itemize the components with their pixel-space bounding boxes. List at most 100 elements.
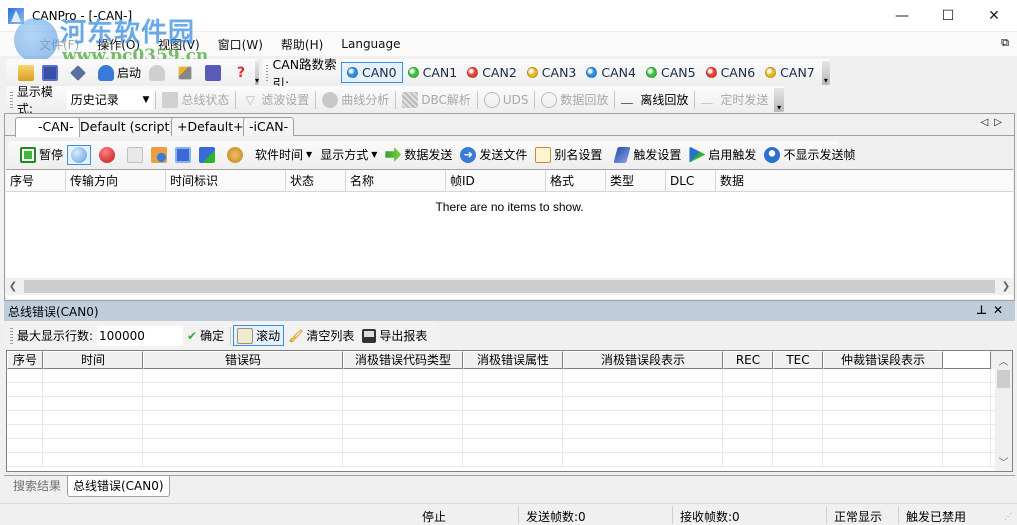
save-play-button[interactable] [195,145,219,165]
send-file-button[interactable]: ➜ 发送文件 [456,144,531,165]
table-row[interactable] [7,425,995,439]
column-header[interactable]: REC [723,351,773,369]
column-header[interactable]: 时间标识 [166,170,286,191]
menu-file[interactable]: 文件(F) [30,36,88,53]
column-header[interactable]: 仲裁错误段表示 [823,351,943,369]
toolbar-grip[interactable] [266,64,269,81]
display-mode-select[interactable]: 历史记录 ▼ [66,89,154,110]
enable-trigger-button[interactable]: 启用触发 [685,144,760,165]
software-time-dropdown[interactable]: 软件时间 ▼ [251,144,316,165]
table-row[interactable] [7,439,995,453]
filter-settings-button[interactable]: ▽ 滤波设置 [238,89,313,110]
tab-prev-icon[interactable]: ◁ [981,117,995,128]
trigger-settings-button[interactable]: 触发设置 [610,144,685,165]
package-button[interactable] [223,145,247,165]
tab-bus-error[interactable]: 总线错误(CAN0) [67,476,170,497]
table-row[interactable] [7,411,995,425]
can-channel-button-0[interactable]: CAN0 [341,62,403,83]
column-header[interactable]: 状态 [286,170,346,191]
book-button[interactable] [201,63,225,83]
resize-grip-icon[interactable]: ⋰ [1004,512,1012,521]
can-channel-button-5[interactable]: CAN5 [641,63,701,82]
close-icon[interactable]: ✕ [993,303,1009,317]
tab-search-results[interactable]: 搜索结果 [8,476,66,497]
column-header[interactable]: 类型 [606,170,666,191]
scroll-left-icon[interactable]: ❮ [6,281,20,292]
column-header[interactable] [943,351,991,369]
scrollbar-thumb[interactable] [997,370,1010,388]
help-button[interactable]: ? [229,63,253,83]
toolbar-overflow-button[interactable]: ▾ [774,87,784,112]
horizontal-scrollbar[interactable]: ❮ ❯ [6,278,1013,295]
tab-next-icon[interactable]: ▷ [994,117,1008,128]
hide-sent-frames-button[interactable]: 不显示发送帧 [760,144,859,165]
menu-operation[interactable]: 操作(O) [88,36,149,53]
toolbar-overflow-button[interactable]: ▾ [821,60,830,85]
alias-settings-button[interactable]: 别名设置 [531,144,606,165]
tab-default-script[interactable]: Default (script) [74,117,181,136]
data-replay-button[interactable]: 数据回放 [537,89,612,110]
pin-icon[interactable]: ⊥ [976,303,993,317]
start-button[interactable]: 启动 [94,62,145,83]
bus-status-button[interactable]: 总线状态 [158,89,233,110]
column-header[interactable]: TEC [773,351,823,369]
minimize-button[interactable]: — [879,0,925,32]
table-row[interactable] [7,397,995,411]
dbc-parse-button[interactable]: DBC解析 [398,89,475,110]
table-row[interactable] [7,369,995,383]
column-header[interactable]: 消极错误代码类型 [343,351,463,369]
column-header[interactable]: 帧ID [446,170,546,191]
can-channel-button-1[interactable]: CAN1 [403,63,463,82]
curve-analysis-button[interactable]: 曲线分析 [318,89,393,110]
column-header[interactable]: DLC [666,170,716,191]
can-channel-button-2[interactable]: CAN2 [462,63,522,82]
column-header[interactable]: 序号 [7,351,43,369]
device-button[interactable] [66,63,90,83]
scroll-down-icon[interactable]: ﹀ [997,454,1011,469]
offline-replay-button[interactable]: 离线回放 [617,89,692,110]
scroll-right-icon[interactable]: ❯ [999,281,1013,292]
record-button[interactable] [95,145,119,165]
column-header[interactable]: 格式 [546,170,606,191]
confirm-button[interactable]: ✔ 确定 [183,325,228,346]
column-header[interactable]: 时间 [43,351,143,369]
clear-list-button[interactable]: 🖌 清空列表 [284,325,358,346]
tab-ican[interactable]: -iCAN- [243,117,295,136]
mdi-restore-icon[interactable]: ⧉ [1001,36,1009,50]
export-report-button[interactable]: 导出报表 [358,325,431,346]
vertical-scrollbar[interactable]: ︿ ﹀ [995,351,1012,471]
can-channel-button-7[interactable]: CAN7 [760,63,820,82]
toolbar-grip[interactable] [10,91,13,108]
scroll-toggle-button[interactable]: 滚动 [233,325,285,346]
display-method-dropdown[interactable]: 显示方式 ▼ [316,144,381,165]
tab-can[interactable]: -CAN- [15,117,80,137]
timed-send-button[interactable]: 定时发送 [697,89,772,110]
toolbar-overflow-button[interactable]: ▾ [255,60,260,85]
can-channel-button-4[interactable]: CAN4 [581,63,641,82]
stop-button[interactable] [145,63,169,83]
pause-button[interactable]: 暂停 [16,144,67,165]
table-row[interactable] [7,453,995,467]
menu-view[interactable]: 视图(V) [149,36,209,53]
save-data-button[interactable] [171,145,195,165]
copy-button[interactable] [123,145,147,165]
find-button[interactable] [147,145,171,165]
menu-window[interactable]: 窗口(W) [209,36,272,53]
settings-button[interactable] [173,63,197,83]
table-row[interactable] [7,383,995,397]
tab-default-plus[interactable]: +Default+ [171,117,250,136]
close-button[interactable]: ✕ [971,0,1017,32]
column-header[interactable]: 名称 [346,170,446,191]
can-channel-button-3[interactable]: CAN3 [522,63,582,82]
column-header[interactable]: 序号 [6,170,66,191]
column-header[interactable]: 错误码 [143,351,343,369]
column-header[interactable]: 消极错误段表示 [563,351,723,369]
toolbar-grip[interactable] [10,327,13,344]
column-header[interactable]: 数据 [716,170,1013,191]
column-header[interactable]: 消极错误属性 [463,351,563,369]
uds-button[interactable]: UDS [480,90,533,110]
maximize-button[interactable]: ☐ [925,0,971,32]
open-button[interactable] [14,63,38,83]
sphere-button[interactable] [67,144,92,165]
save-button[interactable] [38,63,62,83]
